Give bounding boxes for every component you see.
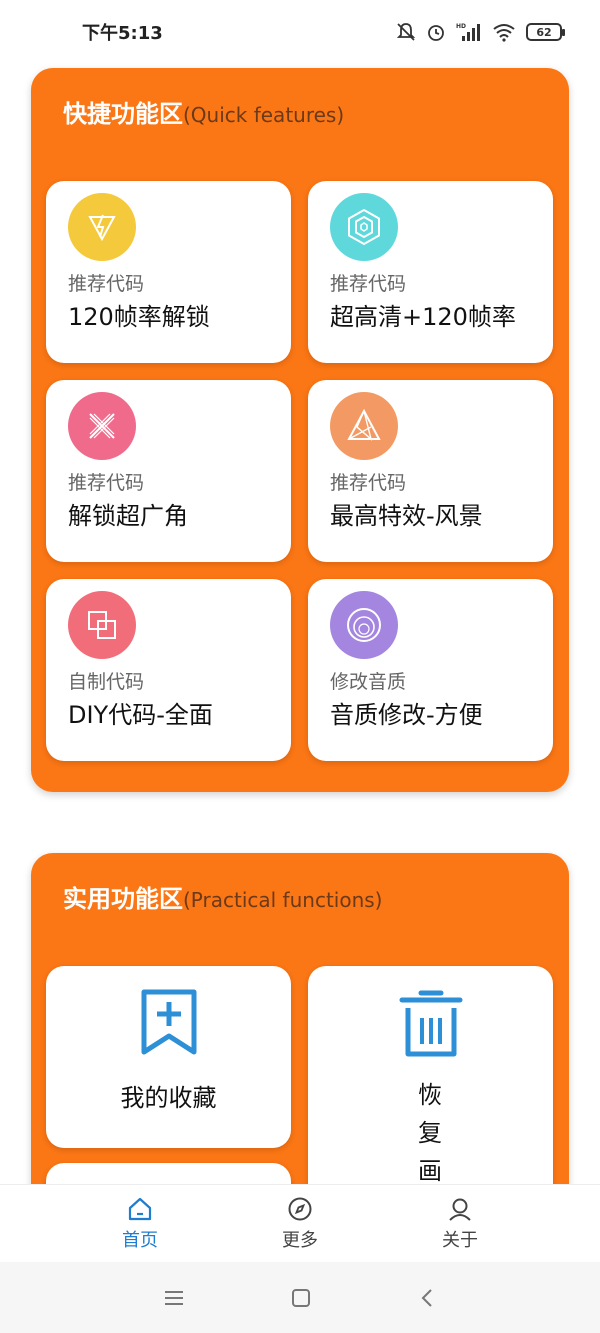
status-bar: 下午5:13 HD 62 xyxy=(0,0,600,64)
mountain-triangle-icon xyxy=(330,392,398,460)
status-icons: HD 62 xyxy=(396,22,565,42)
card-title: 超高清+120帧率 xyxy=(330,303,516,331)
quick-features-title: 快捷功能区 (Quick features) xyxy=(63,94,344,129)
nav-about-label: 关于 xyxy=(442,1229,478,1251)
quick-card-diy[interactable]: 自制代码 DIY代码-全面 xyxy=(46,579,291,761)
panel-title-en: (Quick features) xyxy=(183,103,345,127)
lightning-triangle-icon xyxy=(68,193,136,261)
quick-card-ultrawide[interactable]: 推荐代码 解锁超广角 xyxy=(46,380,291,562)
back-icon[interactable] xyxy=(417,1287,437,1309)
card-title: 解锁超广角 xyxy=(68,502,188,530)
card-title: 最高特效-风景 xyxy=(330,502,483,530)
restore-card[interactable]: 恢复画 xyxy=(308,966,553,1206)
quick-card-audio[interactable]: 修改音质 音质修改-方便 xyxy=(308,579,553,761)
overlap-squares-icon xyxy=(68,591,136,659)
quick-card-max-effects[interactable]: 推荐代码 最高特效-风景 xyxy=(308,380,553,562)
card-title: DIY代码-全面 xyxy=(68,701,213,729)
favorites-label: 我的收藏 xyxy=(120,1084,217,1112)
card-category: 自制代码 xyxy=(68,671,145,693)
hd-signal-icon: HD xyxy=(456,23,480,41)
mute-bell-icon xyxy=(396,23,416,41)
nav-home[interactable]: 首页 xyxy=(100,1196,180,1252)
home-square-icon[interactable] xyxy=(290,1287,312,1309)
status-time: 下午5:13 xyxy=(82,23,163,44)
nav-more-label: 更多 xyxy=(282,1229,318,1251)
user-icon xyxy=(449,1198,471,1221)
card-title: 音质修改-方便 xyxy=(330,701,483,729)
card-category: 推荐代码 xyxy=(330,472,407,494)
bookmark-add-icon xyxy=(140,988,198,1062)
restore-label: 恢复画 xyxy=(418,1081,442,1185)
alarm-icon xyxy=(428,25,444,41)
card-title: 120帧率解锁 xyxy=(68,303,210,331)
battery-level: 62 xyxy=(536,25,552,39)
practical-functions-title: 实用功能区 (Practical functions) xyxy=(63,879,382,914)
hexagon-icon xyxy=(330,193,398,261)
menu-icon[interactable] xyxy=(163,1288,185,1308)
home-icon xyxy=(128,1197,152,1220)
panel-title-en: (Practical functions) xyxy=(183,888,383,912)
concentric-circles-icon xyxy=(330,591,398,659)
panel-title-zh: 实用功能区 xyxy=(63,885,183,913)
system-nav-bar xyxy=(0,1262,600,1333)
nav-about[interactable]: 关于 xyxy=(420,1196,500,1252)
nav-home-label: 首页 xyxy=(122,1229,158,1251)
compass-icon xyxy=(288,1197,312,1220)
card-category: 推荐代码 xyxy=(68,472,145,494)
bottom-nav: 首页 更多 关于 xyxy=(0,1184,600,1262)
nav-more[interactable]: 更多 xyxy=(260,1196,340,1252)
card-category: 修改音质 xyxy=(330,671,407,693)
panel-title-zh: 快捷功能区 xyxy=(63,100,183,128)
svg-text:HD: HD xyxy=(456,23,466,30)
quick-features-panel: 快捷功能区 (Quick features) 推荐代码 120帧率解锁 推荐代码… xyxy=(31,68,569,792)
card-category: 推荐代码 xyxy=(68,273,145,295)
quick-card-120fps[interactable]: 推荐代码 120帧率解锁 xyxy=(46,181,291,363)
favorites-card[interactable]: 我的收藏 xyxy=(46,966,291,1148)
wifi-icon xyxy=(493,24,515,42)
card-category: 推荐代码 xyxy=(330,273,407,295)
battery-icon: 62 xyxy=(526,23,565,41)
quick-card-uhd-120fps[interactable]: 推荐代码 超高清+120帧率 xyxy=(308,181,553,363)
cross-lines-icon xyxy=(68,392,136,460)
trash-bin-icon xyxy=(398,990,464,1064)
